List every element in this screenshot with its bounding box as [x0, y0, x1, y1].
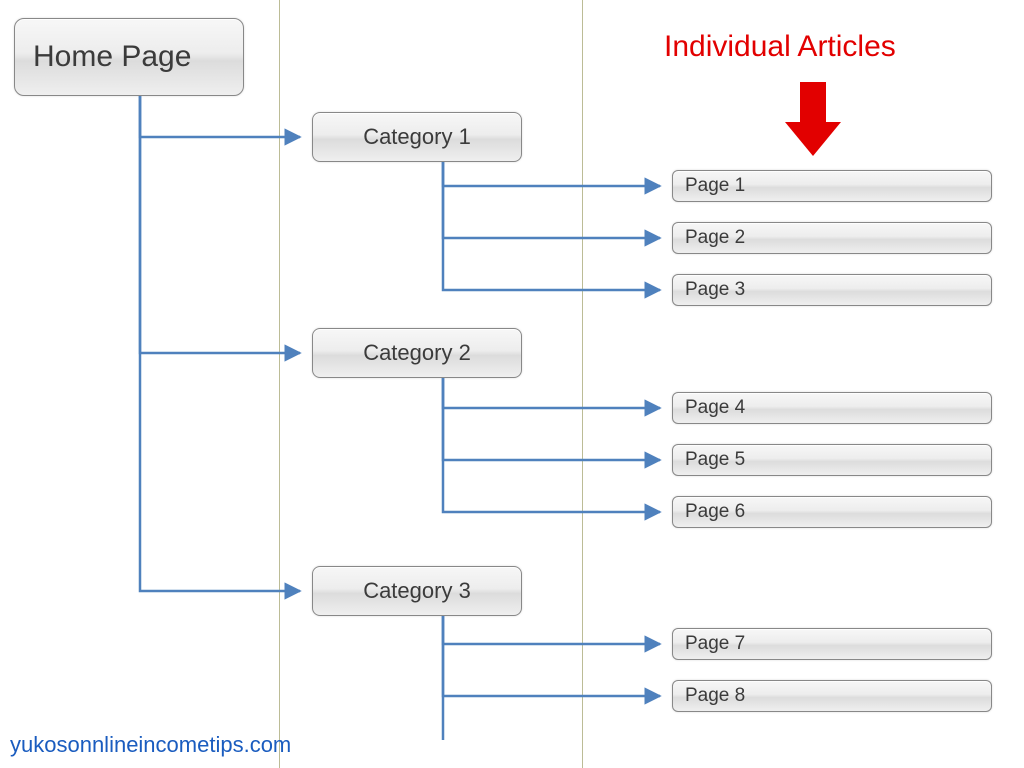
node-page-3-label: Page 3 [685, 279, 745, 301]
annotation-individual-articles: Individual Articles [664, 30, 896, 64]
column-guide-2 [582, 0, 583, 768]
edge-cat1-page2 [443, 162, 660, 238]
node-page-1-label: Page 1 [685, 175, 745, 197]
node-home-page: Home Page [14, 18, 244, 96]
node-page-7: Page 7 [672, 628, 992, 660]
edge-cat3-page7 [443, 616, 660, 644]
node-page-5: Page 5 [672, 444, 992, 476]
node-page-3: Page 3 [672, 274, 992, 306]
arrow-down-icon [785, 82, 841, 156]
node-page-2-label: Page 2 [685, 227, 745, 249]
node-page-8: Page 8 [672, 680, 992, 712]
node-page-5-label: Page 5 [685, 449, 745, 471]
column-guide-1 [279, 0, 280, 768]
node-category-1: Category 1 [312, 112, 522, 162]
node-home-page-label: Home Page [33, 40, 191, 74]
edge-cat3-page8 [443, 616, 660, 696]
node-category-3: Category 3 [312, 566, 522, 616]
node-category-3-label: Category 3 [363, 578, 471, 604]
node-category-2-label: Category 2 [363, 340, 471, 366]
node-page-6-label: Page 6 [685, 501, 745, 523]
node-page-7-label: Page 7 [685, 633, 745, 655]
node-page-2: Page 2 [672, 222, 992, 254]
edge-cat2-page4 [443, 378, 660, 408]
footer-url: yukosonnlineincometips.com [10, 732, 291, 758]
node-category-1-label: Category 1 [363, 124, 471, 150]
edge-cat1-page1 [443, 162, 660, 186]
edge-home-to-category-1 [140, 96, 300, 137]
edge-cat2-page6 [443, 378, 660, 512]
edge-cat1-page3 [443, 162, 660, 290]
footer-url-text: yukosonnlineincometips.com [10, 732, 291, 757]
node-page-1: Page 1 [672, 170, 992, 202]
node-page-8-label: Page 8 [685, 685, 745, 707]
node-page-4: Page 4 [672, 392, 992, 424]
node-page-6: Page 6 [672, 496, 992, 528]
edge-home-to-category-2 [140, 96, 300, 353]
node-category-2: Category 2 [312, 328, 522, 378]
edge-cat2-page5 [443, 378, 660, 460]
node-page-4-label: Page 4 [685, 397, 745, 419]
edge-home-to-category-3 [140, 96, 300, 591]
annotation-label: Individual Articles [664, 30, 896, 63]
